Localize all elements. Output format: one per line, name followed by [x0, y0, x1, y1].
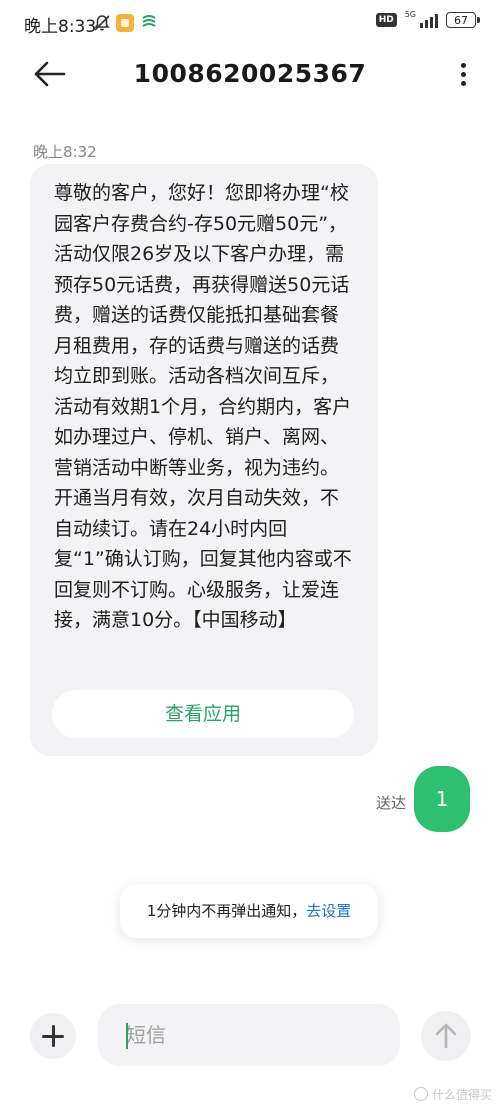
status-right: HD 5G 67: [375, 10, 480, 28]
status-time: 晚上8:33: [24, 17, 97, 37]
hd-badge: HD: [375, 13, 397, 27]
delivery-status: 送达: [376, 794, 407, 812]
outgoing-message-bubble[interactable]: 1: [414, 766, 470, 832]
message-timestamp: 晚上8:32: [33, 143, 97, 161]
toast-settings-link[interactable]: 去设置: [306, 902, 351, 920]
watermark-text: 什么值得买: [431, 1088, 492, 1102]
notification-app-icon: [116, 14, 134, 32]
mute-bell-icon: [92, 13, 112, 37]
notification-toast: 1分钟内不再弹出通知，去设置: [120, 884, 378, 938]
view-app-button[interactable]: 查看应用: [52, 690, 354, 738]
send-arrow-up-icon: [435, 1023, 457, 1049]
add-attachment-button[interactable]: [30, 1013, 76, 1059]
carrier-icon: [140, 13, 158, 35]
incoming-message-text: 尊敬的客户，您好！您即将办理“校园客户存费合约-存50元赠50元”，活动仅限26…: [54, 182, 352, 631]
watermark-logo-icon: [413, 1087, 428, 1101]
text-caret: [126, 1023, 128, 1049]
sms-input[interactable]: [98, 1004, 400, 1066]
title-bar: 1008620025367: [0, 48, 500, 100]
network-label: 5G: [404, 10, 416, 19]
more-dot: [461, 72, 466, 77]
more-dot: [461, 81, 466, 86]
battery-icon: 67: [446, 12, 480, 28]
send-button[interactable]: [421, 1011, 471, 1061]
incoming-message-bubble: 尊敬的客户，您好！您即将办理“校园客户存费合约-存50元赠50元”，活动仅限26…: [30, 164, 378, 756]
status-bar: 晚上8:33 HD 5G 67: [0, 0, 500, 48]
toast-text: 1分钟内不再弹出通知，: [146, 902, 307, 920]
more-button[interactable]: [456, 60, 470, 88]
more-vertical-icon: [461, 63, 466, 68]
watermark: 什么值得买: [413, 1086, 492, 1103]
signal-icon: [420, 12, 438, 28]
page-title: 1008620025367: [133, 59, 367, 88]
